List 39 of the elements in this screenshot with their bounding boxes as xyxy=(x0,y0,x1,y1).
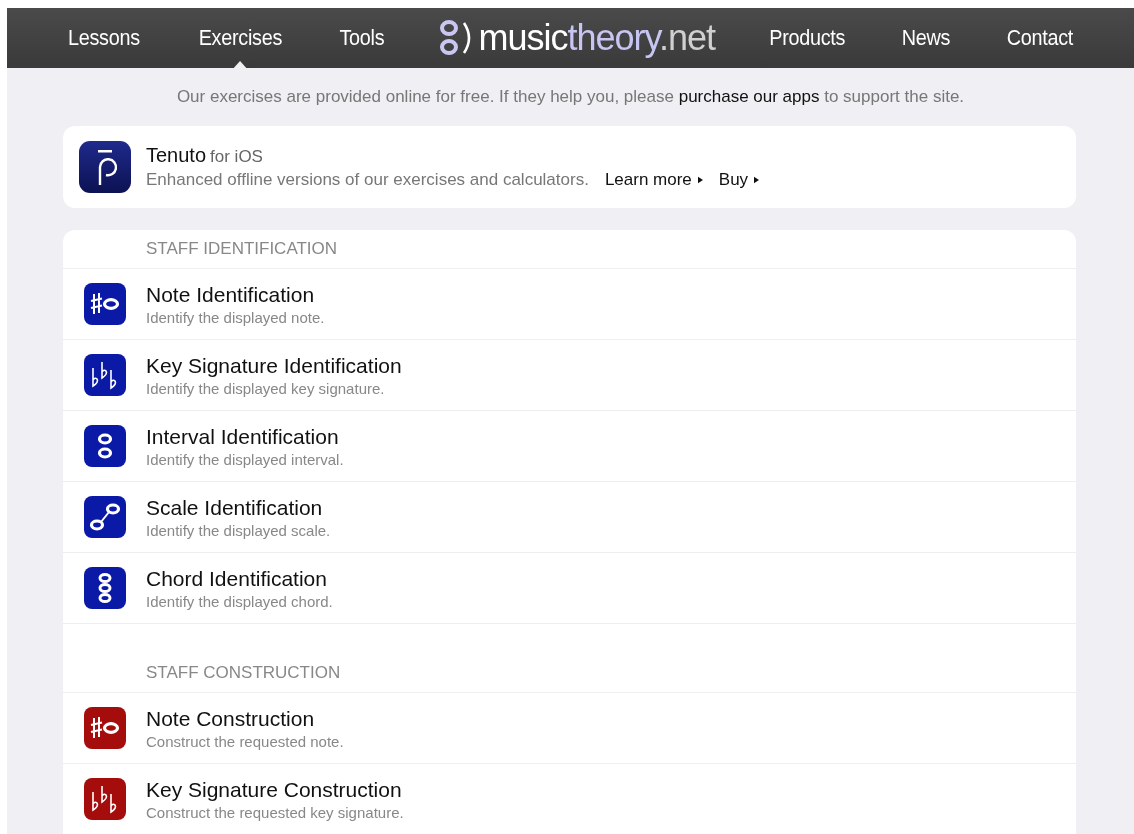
caret-icon xyxy=(754,176,760,184)
app-description: Enhanced offline versions of our exercises and calculators. xyxy=(146,170,589,190)
exercise-keysig-icon[interactable] xyxy=(84,354,126,396)
nav-link[interactable]: Products xyxy=(749,8,865,68)
nav-link[interactable]: Tools xyxy=(319,8,404,68)
exercise-interval-icon[interactable] xyxy=(84,425,126,467)
app-platform: for iOS xyxy=(210,147,263,166)
exercise-description: Identify the displayed key signature. xyxy=(146,379,386,397)
section-heading: STAFF IDENTIFICATION xyxy=(146,239,338,259)
exercise-link[interactable]: Key Signature Construction xyxy=(146,777,404,802)
exercise-description: Identify the displayed interval. xyxy=(146,450,344,468)
promo-link[interactable]: Learn more xyxy=(604,170,703,190)
section-heading: STAFF CONSTRUCTION xyxy=(146,663,341,683)
exercise-description: Identify the displayed scale. xyxy=(146,521,331,539)
promo-link[interactable]: Buy xyxy=(718,170,760,190)
exercise-description: Identify the displayed chord. xyxy=(146,592,333,610)
nav-link[interactable]: News xyxy=(882,8,971,68)
app-icon xyxy=(79,141,131,193)
exercise-note-icon[interactable] xyxy=(84,283,126,325)
exercise-description: Identify the displayed note. xyxy=(146,308,325,326)
exercise-link[interactable]: Chord Identification xyxy=(146,566,333,591)
exercise-description: Construct the requested key signature. xyxy=(146,803,404,821)
exercise-chord-icon[interactable] xyxy=(84,567,126,609)
app-name[interactable]: Tenuto xyxy=(146,144,207,166)
exercise-note-icon[interactable] xyxy=(84,707,126,749)
nav-link[interactable]: Lessons xyxy=(48,8,160,68)
nav-link[interactable]: Contact xyxy=(987,8,1093,68)
purchase-link[interactable]: purchase our apps xyxy=(678,87,820,106)
exercise-keysig-icon[interactable] xyxy=(84,778,126,820)
exercise-scale-icon[interactable] xyxy=(84,496,126,538)
exercise-link[interactable]: Note Construction xyxy=(146,706,344,731)
exercise-description: Construct the requested note. xyxy=(146,732,344,750)
nav-link[interactable]: Exercises xyxy=(178,8,302,68)
exercise-link[interactable]: Scale Identification xyxy=(146,495,331,520)
site-logo[interactable]: musictheory.net xyxy=(478,17,715,59)
caret-icon xyxy=(697,176,703,184)
exercise-link[interactable]: Interval Identification xyxy=(146,424,344,449)
exercise-link[interactable]: Key Signature Identification xyxy=(146,353,402,378)
exercise-link[interactable]: Note Identification xyxy=(146,282,325,307)
